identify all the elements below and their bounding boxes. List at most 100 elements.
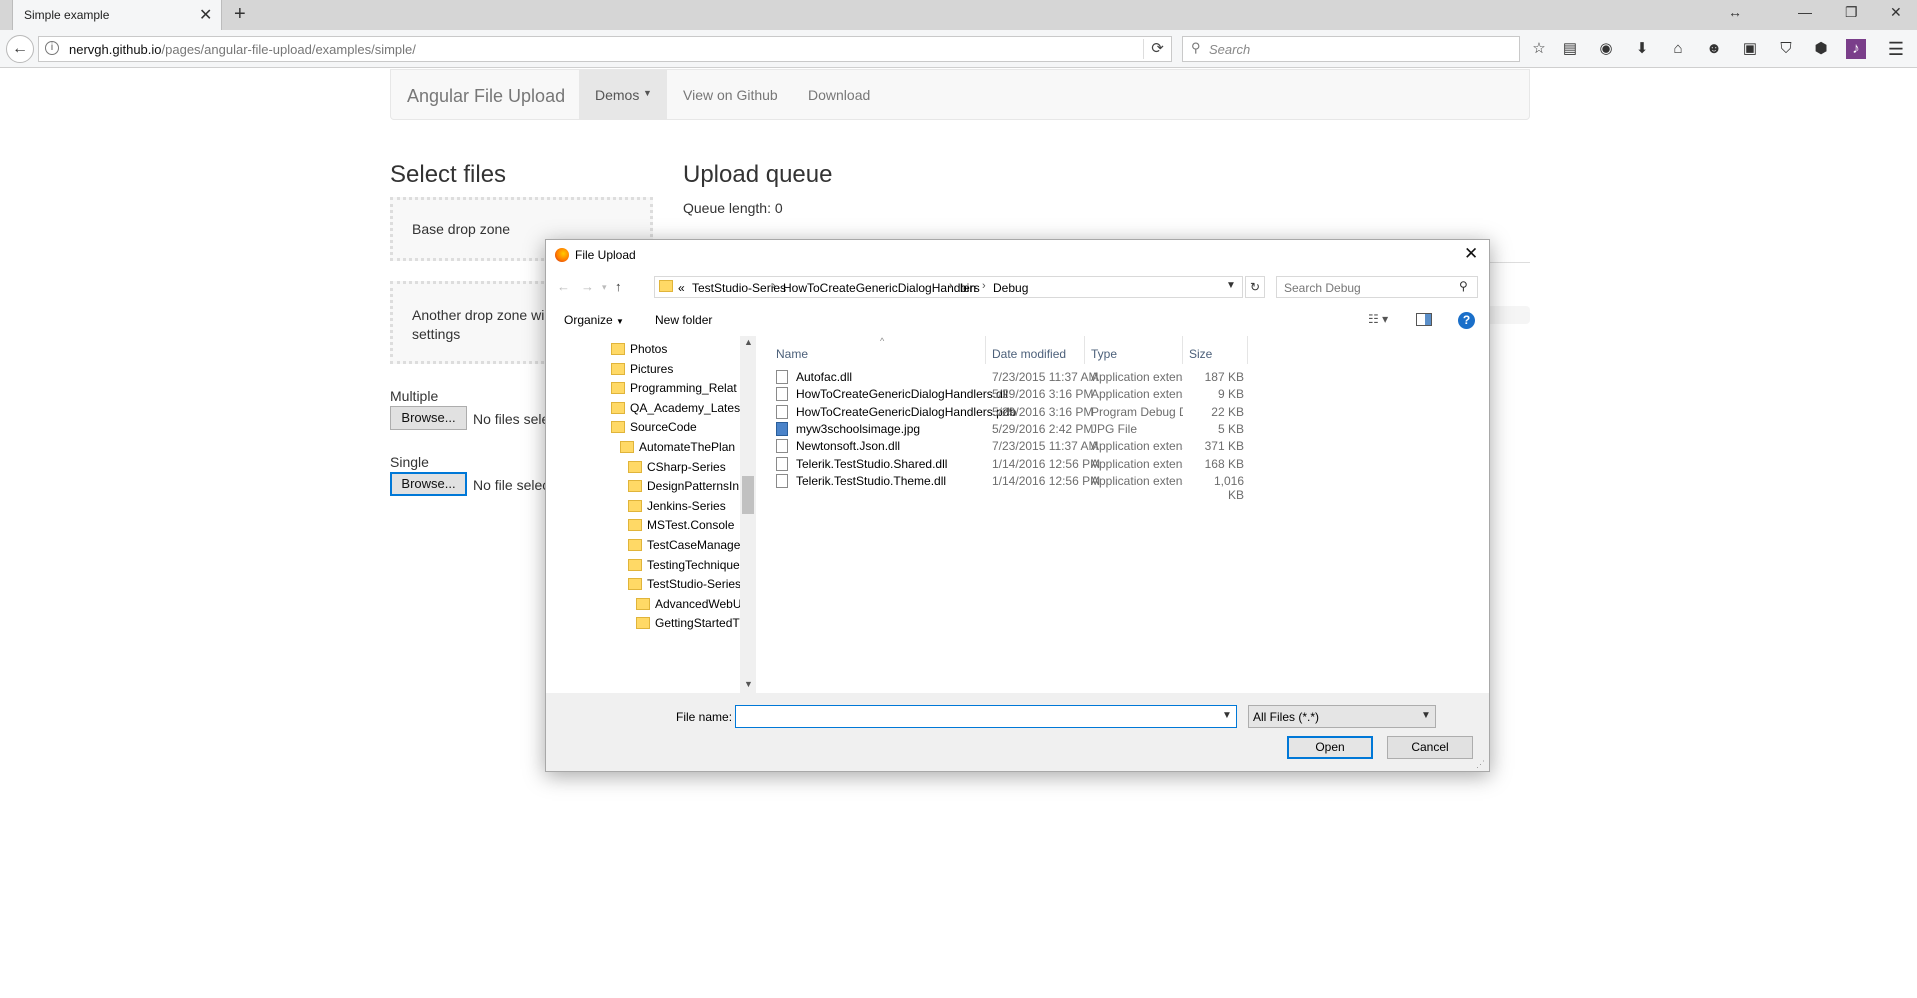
tab-title: Simple example	[24, 8, 110, 22]
another-drop-zone-label-line1: Another drop zone wi	[412, 307, 545, 323]
home-icon[interactable]: ⌂	[1668, 39, 1688, 59]
column-header-name[interactable]: Name	[776, 347, 808, 361]
file-name: HowToCreateGenericDialogHandlers.pdb	[796, 404, 1017, 419]
folder-icon	[628, 578, 642, 591]
resize-arrows-icon: ↔	[1728, 4, 1742, 20]
url-bar[interactable]: i nervgh.github.io/pages/angular-file-up…	[38, 36, 1172, 62]
extension-hex-icon[interactable]: ⬢	[1811, 39, 1831, 59]
pocket-icon[interactable]: ◉	[1596, 39, 1616, 59]
screenshot-icon[interactable]: ▣	[1740, 39, 1760, 59]
dialog-toolbar: Organize ▼ New folder ☷ ▾ ?	[546, 304, 1489, 336]
cancel-button[interactable]: Cancel	[1387, 736, 1473, 759]
file-name: myw3schoolsimage.jpg	[796, 421, 921, 436]
dialog-forward-icon[interactable]: →	[581, 279, 594, 294]
breadcrumb-item[interactable]: bin	[960, 281, 976, 295]
scroll-up-icon[interactable]: ▲	[744, 337, 753, 347]
file-type: Application extens...	[1091, 456, 1183, 471]
navigation-tree: Photos Pictures Programming_Relat QA_Academ…	[546, 336, 756, 693]
chevron-down-icon[interactable]: ▼	[1222, 710, 1232, 721]
chevron-right-icon[interactable]: ›	[949, 280, 953, 292]
browser-tab[interactable]: Simple example ✕	[12, 0, 222, 30]
column-divider[interactable]	[985, 336, 986, 364]
scrollbar-thumb[interactable]	[742, 476, 754, 514]
dialog-back-icon[interactable]: ←	[557, 279, 570, 294]
caret-down-icon: ▼	[643, 88, 652, 98]
browse-multiple-button[interactable]: Browse...	[390, 406, 467, 430]
recent-locations-icon[interactable]: ▾	[602, 282, 607, 293]
chevron-down-icon[interactable]: ▼	[1226, 280, 1236, 291]
info-icon[interactable]: i	[45, 41, 59, 55]
open-button[interactable]: Open	[1287, 736, 1373, 759]
resize-grip-icon[interactable]: ⋰	[1476, 759, 1485, 770]
reading-list-icon[interactable]: ▤	[1560, 39, 1580, 59]
url-text[interactable]: nervgh.github.io/pages/angular-file-uplo…	[69, 42, 416, 57]
brand-link[interactable]: Angular File Upload	[407, 86, 565, 107]
window-close-icon[interactable]: ✕	[1890, 4, 1902, 21]
bookmark-star-icon[interactable]: ☆	[1529, 39, 1549, 59]
search-placeholder: Search	[1209, 42, 1251, 57]
file-size: 1,016 KB	[1213, 473, 1244, 502]
tree-scrollbar[interactable]: ▲ ▼	[740, 336, 756, 693]
folder-icon	[611, 362, 625, 375]
column-divider[interactable]	[1247, 336, 1248, 364]
scroll-down-icon[interactable]: ▼	[744, 679, 753, 689]
reload-icon[interactable]: ⟳	[1143, 39, 1171, 59]
file-name: HowToCreateGenericDialogHandlers.dll	[796, 387, 1009, 402]
up-folder-icon[interactable]: ↑	[615, 279, 622, 294]
breadcrumb-overflow[interactable]: «	[678, 281, 685, 295]
minimize-icon[interactable]: —	[1798, 4, 1812, 20]
file-date: 1/14/2016 12:56 PM	[992, 473, 1101, 488]
dialog-search-input[interactable]: Search Debug ⚲	[1276, 276, 1478, 298]
folder-icon	[628, 539, 642, 551]
column-divider[interactable]	[1084, 336, 1085, 364]
single-label: Single	[390, 454, 429, 470]
menu-hamburger-icon[interactable]: ☰	[1886, 39, 1906, 59]
pdb-icon	[776, 404, 788, 419]
refresh-icon[interactable]: ↻	[1245, 276, 1265, 298]
url-path: /pages/angular-file-upload/examples/simp…	[161, 42, 416, 57]
organize-menu[interactable]: Organize ▼	[564, 313, 624, 327]
nav-demos-dropdown[interactable]: Demos ▼	[579, 70, 667, 119]
folder-icon	[628, 460, 642, 473]
breadcrumb[interactable]: « TestStudio-Series › HowToCreateGeneric…	[654, 276, 1243, 298]
file-name: Telerik.TestStudio.Shared.dll	[796, 456, 948, 471]
new-tab-icon[interactable]: +	[234, 3, 246, 26]
column-header-date[interactable]: Date modified	[992, 347, 1066, 361]
chat-icon[interactable]: ☻	[1704, 39, 1724, 59]
nav-demos-label: Demos	[595, 87, 640, 103]
file-type: JPG File	[1091, 421, 1138, 436]
help-icon[interactable]: ?	[1458, 312, 1475, 329]
file-name-input[interactable]: ▼	[735, 705, 1237, 728]
folder-icon	[620, 441, 634, 453]
column-header-type[interactable]: Type	[1091, 347, 1117, 361]
chevron-right-icon[interactable]: ›	[982, 280, 986, 292]
dialog-close-icon[interactable]: ✕	[1464, 244, 1478, 264]
tab-close-icon[interactable]: ✕	[199, 5, 212, 25]
dialog-titlebar[interactable]: File Upload ✕	[546, 240, 1489, 270]
column-divider[interactable]	[1182, 336, 1183, 364]
file-type-select[interactable]: All Files (*.*) ▼	[1248, 705, 1436, 728]
browser-search-bar[interactable]: ⚲ Search	[1182, 36, 1520, 62]
breadcrumb-item[interactable]: Debug	[993, 281, 1028, 295]
extension-icon[interactable]: ♪	[1846, 39, 1866, 59]
new-folder-button[interactable]: New folder	[655, 313, 712, 327]
folder-icon	[659, 280, 673, 292]
upload-queue-heading: Upload queue	[683, 161, 833, 188]
url-host: nervgh.github.io	[69, 42, 162, 57]
shield-icon[interactable]: ⛉	[1776, 39, 1796, 59]
chevron-down-icon: ▼	[1421, 710, 1431, 721]
back-arrow-icon[interactable]: ←	[6, 35, 34, 63]
tree-item-label: SourceCode	[630, 420, 697, 435]
restore-icon[interactable]: ❐	[1845, 4, 1858, 21]
change-view-icon[interactable]: ☷ ▾	[1368, 312, 1388, 326]
preview-pane-icon[interactable]	[1416, 313, 1432, 326]
column-header-size[interactable]: Size	[1189, 347, 1212, 361]
nav-github-link[interactable]: View on Github	[683, 87, 778, 103]
download-icon[interactable]: ⬇	[1632, 39, 1652, 59]
dll-icon	[776, 456, 788, 471]
nav-download-link[interactable]: Download	[808, 87, 870, 103]
file-row[interactable]: Telerik.TestStudio.Theme.dll 1/14/2016 12…	[756, 471, 1489, 502]
chevron-right-icon[interactable]: ›	[772, 280, 776, 292]
browse-single-button[interactable]: Browse...	[390, 472, 467, 496]
browser-tab-bar: Simple example ✕ + ↔ — ❐ ✕	[0, 0, 1917, 30]
